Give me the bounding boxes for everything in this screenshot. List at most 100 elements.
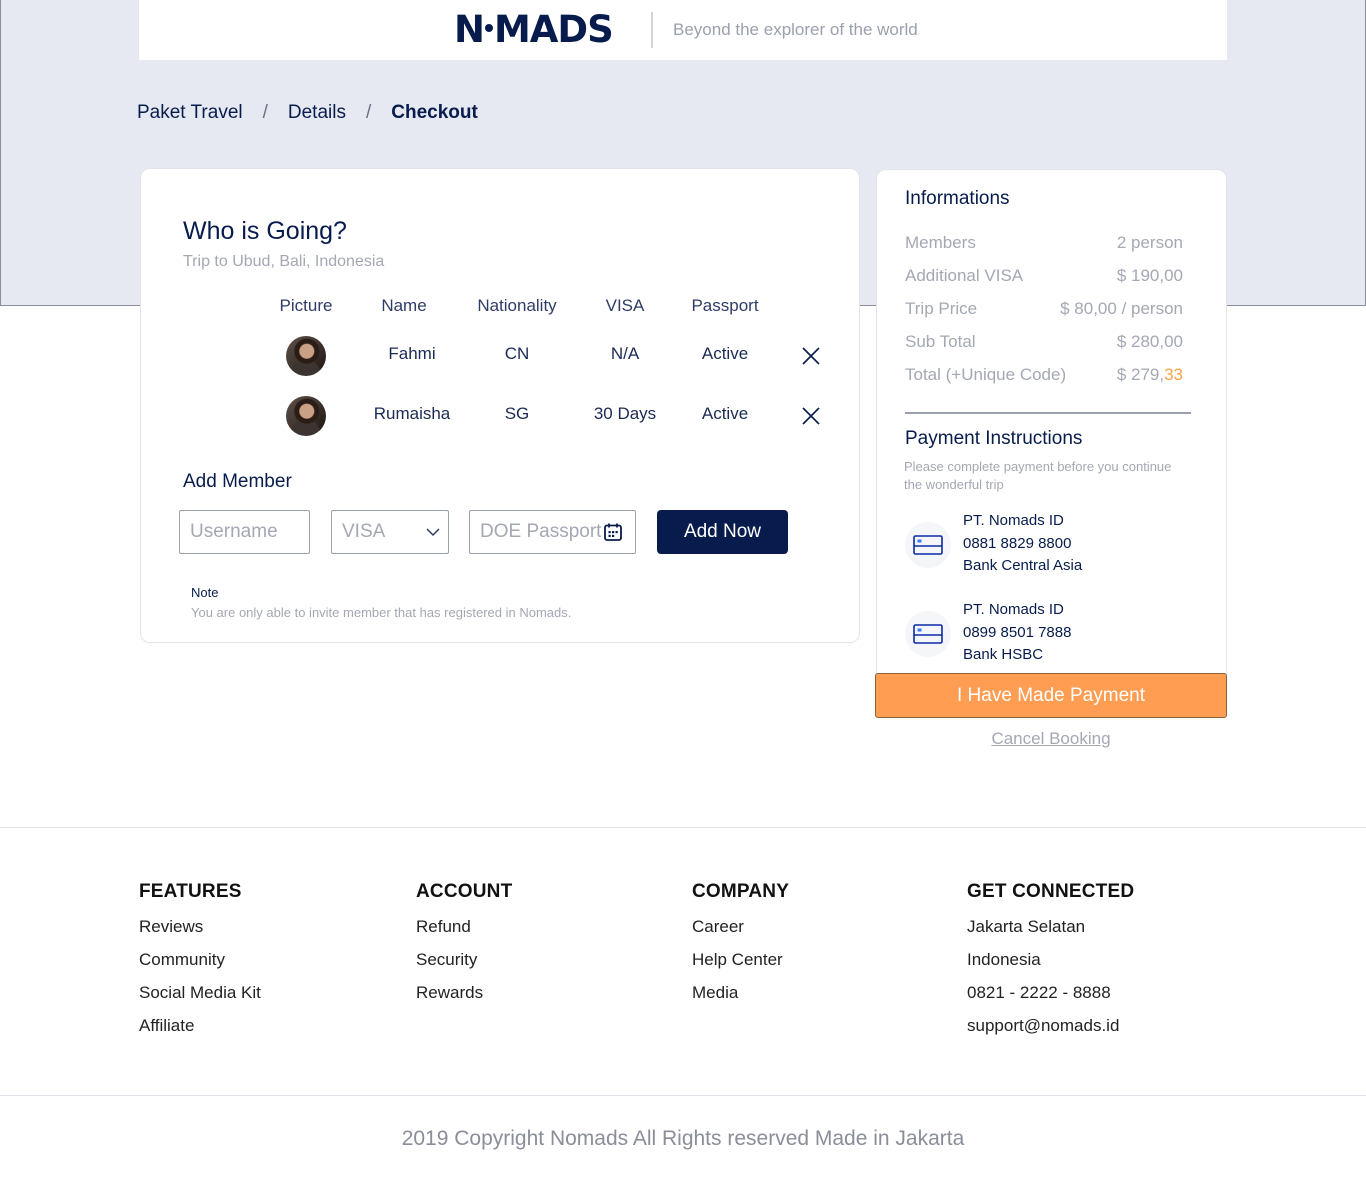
info-row-members: Members 2 person: [905, 233, 1183, 253]
member-passport: Active: [701, 344, 749, 363]
member-visa: N/A: [610, 344, 640, 363]
unique-code: 33: [1164, 365, 1183, 384]
bank-name: Bank Central Asia: [963, 557, 1083, 574]
column-header-picture: Picture: [279, 296, 333, 315]
account-holder: PT. Nomads ID: [963, 601, 1064, 618]
info-label: Additional VISA: [905, 266, 1024, 285]
bank-card-icon: [905, 611, 951, 657]
bank-account: PT. Nomads ID 0881 8829 8800 Bank Centra…: [905, 510, 1205, 580]
info-row-trip-price: Trip Price $ 80,00 / person: [905, 299, 1183, 319]
payment-instructions-title: Payment Instructions: [905, 428, 1083, 449]
bank-details: PT. Nomads ID 0899 8501 7888 Bank HSBC: [963, 599, 1071, 667]
tagline: Beyond the explorer of the world: [673, 20, 918, 39]
info-row-total: Total (+Unique Code) $ 279,33: [905, 365, 1183, 385]
info-row-sub-total: Sub Total $ 280,00: [905, 332, 1183, 352]
footer-link-social-media-kit[interactable]: Social Media Kit: [139, 983, 261, 1016]
footer-heading: ACCOUNT: [416, 881, 513, 902]
footer-link-community[interactable]: Community: [139, 950, 261, 983]
column-header-name: Name: [381, 296, 427, 315]
visa-select-value: VISA: [342, 521, 386, 542]
info-value: $ 80,00 / person: [1060, 299, 1183, 318]
footer-heading: GET CONNECTED: [967, 881, 1135, 902]
footer-features: FEATURES Reviews Community Social Media …: [139, 881, 261, 1049]
footer-email[interactable]: support@nomads.id: [967, 1016, 1134, 1049]
info-label: Trip Price: [905, 299, 978, 318]
avatar: [286, 336, 326, 376]
footer-link-reviews[interactable]: Reviews: [139, 917, 261, 950]
member-row: Fahmi CN N/A Active: [141, 336, 861, 376]
info-value: $ 280,00: [1116, 332, 1183, 351]
info-value: $ 190,00: [1116, 266, 1183, 285]
footer-link-career[interactable]: Career: [692, 917, 789, 950]
breadcrumb-separator: /: [365, 102, 372, 123]
who-title: Who is Going?: [183, 217, 347, 245]
breadcrumb-checkout: Checkout: [391, 102, 478, 123]
nomads-logo[interactable]: N MADS: [454, 8, 614, 52]
account-holder: PT. Nomads ID: [963, 512, 1064, 529]
footer-get-connected: GET CONNECTED Jakarta Selatan Indonesia …: [967, 881, 1134, 1049]
add-now-button[interactable]: Add Now: [657, 510, 788, 554]
bank-account: PT. Nomads ID 0899 8501 7888 Bank HSBC: [905, 599, 1205, 669]
copyright-text: 2019 Copyright Nomads All Rights reserve…: [401, 1127, 965, 1150]
informations-card: Informations Members 2 person Additional…: [876, 169, 1227, 675]
member-name: Rumaisha: [373, 404, 451, 423]
info-divider: [905, 412, 1191, 414]
member-passport: Active: [701, 404, 749, 423]
account-number: 0899 8501 7888: [963, 623, 1072, 641]
logo-text-right: MADS: [493, 8, 614, 51]
total-amount: $ 279,: [1116, 365, 1165, 384]
column-header-visa: VISA: [605, 296, 645, 315]
logo-dot-icon: [484, 24, 493, 32]
info-label: Total (+Unique Code): [905, 365, 1067, 384]
footer-divider: [0, 827, 1366, 828]
footer-address-country: Indonesia: [967, 950, 1041, 969]
trip-subtitle: Trip to Ubud, Bali, Indonesia: [183, 253, 385, 270]
doe-passport-input[interactable]: DOE Passport: [469, 510, 636, 554]
chevron-down-icon: [426, 528, 440, 537]
bank-card-icon: [905, 522, 951, 568]
info-value: 2 person: [1116, 233, 1183, 252]
footer-heading: FEATURES: [139, 881, 242, 902]
column-header-nationality: Nationality: [477, 296, 557, 315]
visa-select[interactable]: VISA: [331, 510, 449, 554]
breadcrumb-details[interactable]: Details: [288, 102, 346, 124]
footer-phone[interactable]: 0821 - 2222 - 8888: [967, 983, 1134, 1016]
info-label: Sub Total: [905, 332, 976, 351]
username-input[interactable]: Username: [179, 510, 310, 554]
member-nationality: CN: [504, 344, 530, 363]
note-label: Note: [191, 585, 219, 600]
breadcrumb-paket-travel[interactable]: Paket Travel: [137, 102, 243, 124]
info-row-additional-visa: Additional VISA $ 190,00: [905, 266, 1183, 286]
navbar-divider: [651, 12, 653, 48]
info-value: $ 279,33: [1117, 365, 1183, 385]
footer-link-refund[interactable]: Refund: [416, 917, 512, 950]
cancel-booking-link[interactable]: Cancel Booking: [875, 729, 1227, 749]
avatar: [286, 396, 326, 436]
bank-name: Bank HSBC: [963, 646, 1044, 663]
note-text: You are only able to invite member that …: [191, 605, 572, 620]
calendar-icon[interactable]: [603, 522, 623, 542]
footer-link-affiliate[interactable]: Affiliate: [139, 1016, 261, 1049]
bank-details: PT. Nomads ID 0881 8829 8800 Bank Centra…: [963, 510, 1082, 578]
info-label: Members: [905, 233, 976, 252]
informations-title: Informations: [905, 188, 1010, 209]
footer-address-city: Jakarta Selatan: [967, 917, 1086, 936]
remove-member-icon[interactable]: [801, 406, 821, 426]
member-visa: 30 Days: [593, 404, 657, 423]
footer-link-security[interactable]: Security: [416, 950, 512, 983]
footer-link-media[interactable]: Media: [692, 983, 789, 1016]
footer-link-help-center[interactable]: Help Center: [692, 950, 789, 983]
footer-heading: COMPANY: [692, 881, 790, 902]
add-member-title: Add Member: [183, 471, 292, 492]
member-nationality: SG: [504, 404, 530, 423]
footer-divider: [0, 1095, 1366, 1096]
breadcrumb-separator: /: [262, 102, 268, 123]
logo-text-left: N: [454, 8, 485, 51]
username-placeholder: Username: [190, 521, 278, 542]
footer-link-rewards[interactable]: Rewards: [416, 983, 512, 1016]
payment-instructions-subtitle: Please complete payment before you conti…: [904, 459, 1172, 492]
made-payment-button[interactable]: I Have Made Payment: [875, 673, 1227, 718]
member-name: Fahmi: [388, 344, 436, 363]
navbar: N MADS Beyond the explorer of the world: [139, 0, 1227, 60]
remove-member-icon[interactable]: [801, 346, 821, 366]
